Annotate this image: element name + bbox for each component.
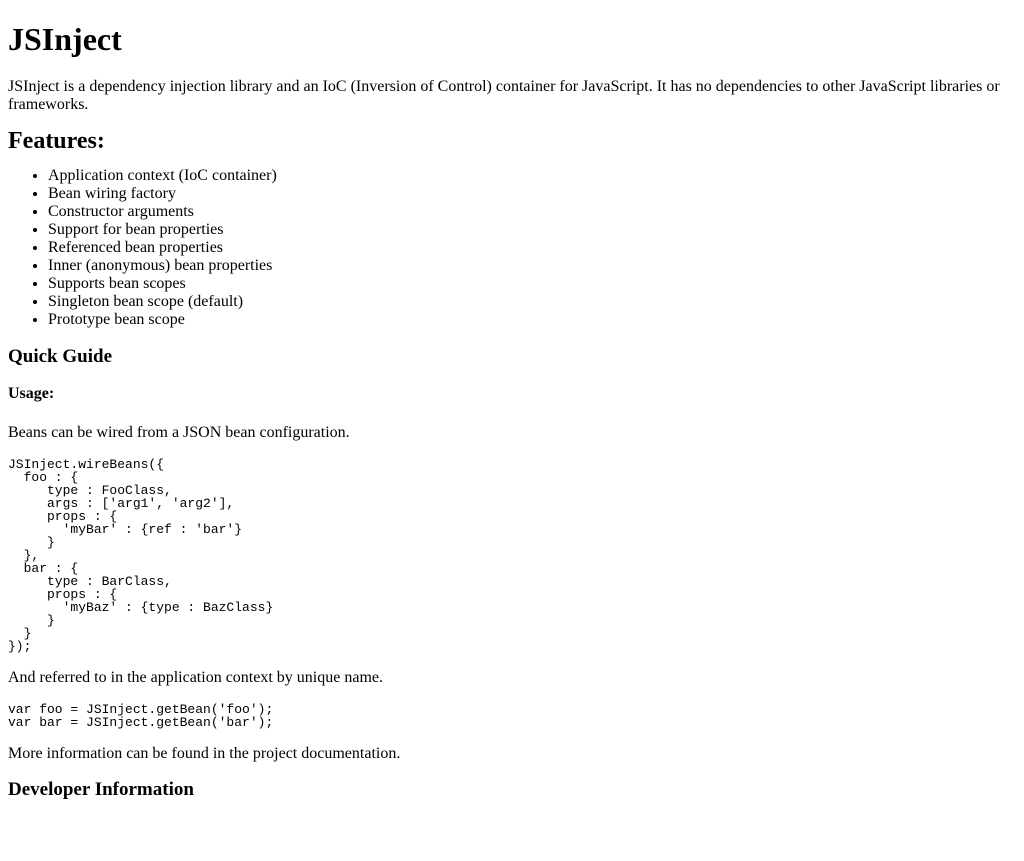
developer-info-heading: Developer Information [8, 779, 194, 800]
usage-heading: Usage: [8, 385, 55, 402]
list-item: Constructor arguments [48, 203, 1016, 221]
list-item: Prototype bean scope [48, 311, 1016, 329]
list-item: Singleton bean scope (default) [48, 293, 1016, 311]
list-item: Application context (IoC container) [48, 167, 1016, 185]
features-heading: Features: [8, 128, 105, 154]
quick-guide-heading: Quick Guide [8, 346, 112, 367]
list-item: Referenced bean properties [48, 239, 1016, 257]
page-title: JSInject [8, 21, 122, 57]
get-bean-code-block: var foo = JSInject.getBean('foo'); var b… [8, 702, 274, 730]
more-info-text: More information can be found in the pro… [8, 745, 401, 762]
wire-beans-code-block: JSInject.wireBeans({ foo : { type : FooC… [8, 457, 274, 654]
intro-paragraph: JSInject is a dependency injection libra… [8, 78, 1000, 113]
wire-beans-text: Beans can be wired from a JSON bean conf… [8, 424, 350, 441]
list-item: Bean wiring factory [48, 185, 1016, 203]
list-item: Support for bean properties [48, 221, 1016, 239]
document-page: JSInject JSInject is a dependency inject… [0, 21, 1024, 801]
features-list: Application context (IoC container) Bean… [8, 167, 1016, 329]
list-item: Inner (anonymous) bean properties [48, 257, 1016, 275]
refer-text: And referred to in the application conte… [8, 669, 383, 686]
list-item: Supports bean scopes [48, 275, 1016, 293]
